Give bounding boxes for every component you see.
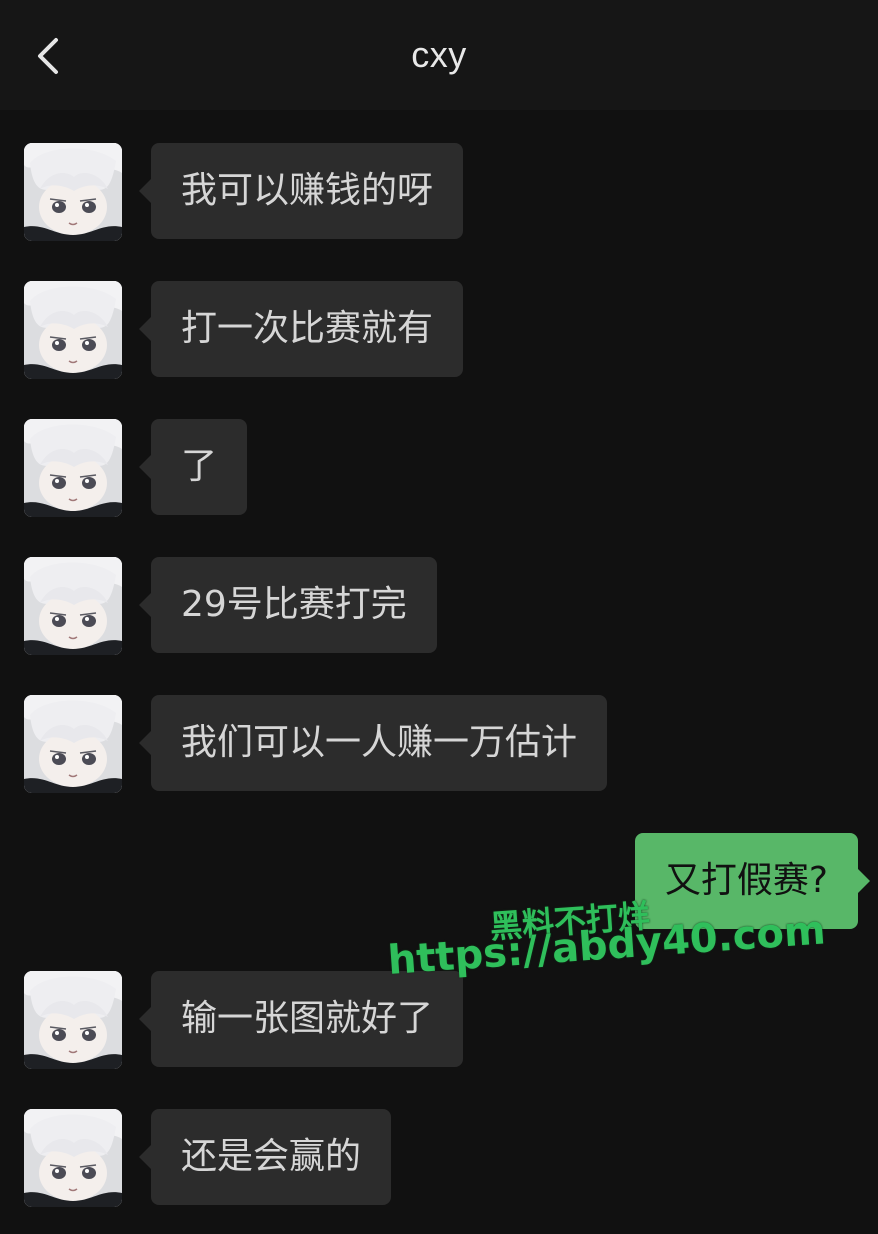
message-row-outgoing: 又打假赛? (0, 800, 878, 929)
contact-avatar[interactable] (24, 281, 122, 379)
message-list: 我可以赚钱的呀 打一次比赛就有 了 29号比赛打完 我们可以一人赚一万估计 又打… (0, 110, 878, 1234)
contact-avatar[interactable] (24, 143, 122, 241)
message-bubble-incoming[interactable]: 打一次比赛就有 (138, 281, 464, 377)
message-row: 输一张图就好了 (0, 938, 878, 1069)
chat-header: cxy (0, 0, 878, 110)
avatar-picture (24, 419, 122, 517)
message-bubble-incoming[interactable]: 我们可以一人赚一万估计 (138, 695, 608, 791)
message-bubble-incoming[interactable]: 输一张图就好了 (138, 971, 464, 1067)
message-bubble-incoming[interactable]: 了 (138, 419, 248, 515)
contact-avatar[interactable] (24, 1109, 122, 1207)
contact-avatar[interactable] (24, 971, 122, 1069)
avatar-picture (24, 143, 122, 241)
contact-avatar[interactable] (24, 419, 122, 517)
message-row: 29号比赛打完 (0, 524, 878, 655)
contact-avatar[interactable] (24, 557, 122, 655)
avatar-picture (24, 281, 122, 379)
message-bubble-incoming[interactable]: 我可以赚钱的呀 (138, 143, 464, 239)
avatar-picture (24, 971, 122, 1069)
chat-title: cxy (411, 34, 467, 75)
message-bubble-incoming[interactable]: 还是会赢的 (138, 1109, 392, 1205)
message-row: 我们可以一人赚一万估计 (0, 662, 878, 793)
contact-avatar[interactable] (24, 695, 122, 793)
message-row: 还是会赢的 (0, 1076, 878, 1207)
avatar-picture (24, 695, 122, 793)
avatar-picture (24, 1109, 122, 1207)
chat-screen: cxy 我可以赚钱的呀 打一次比赛就有 了 29号比赛打完 我们可以一人赚一万估… (0, 0, 878, 1234)
message-bubble-incoming[interactable]: 29号比赛打完 (139, 557, 437, 653)
message-row: 我可以赚钱的呀 (0, 110, 878, 241)
message-row: 了 (0, 386, 878, 517)
message-bubble-outgoing[interactable]: 又打假赛? (634, 833, 871, 929)
avatar-picture (24, 557, 122, 655)
message-row: 打一次比赛就有 (0, 248, 878, 379)
